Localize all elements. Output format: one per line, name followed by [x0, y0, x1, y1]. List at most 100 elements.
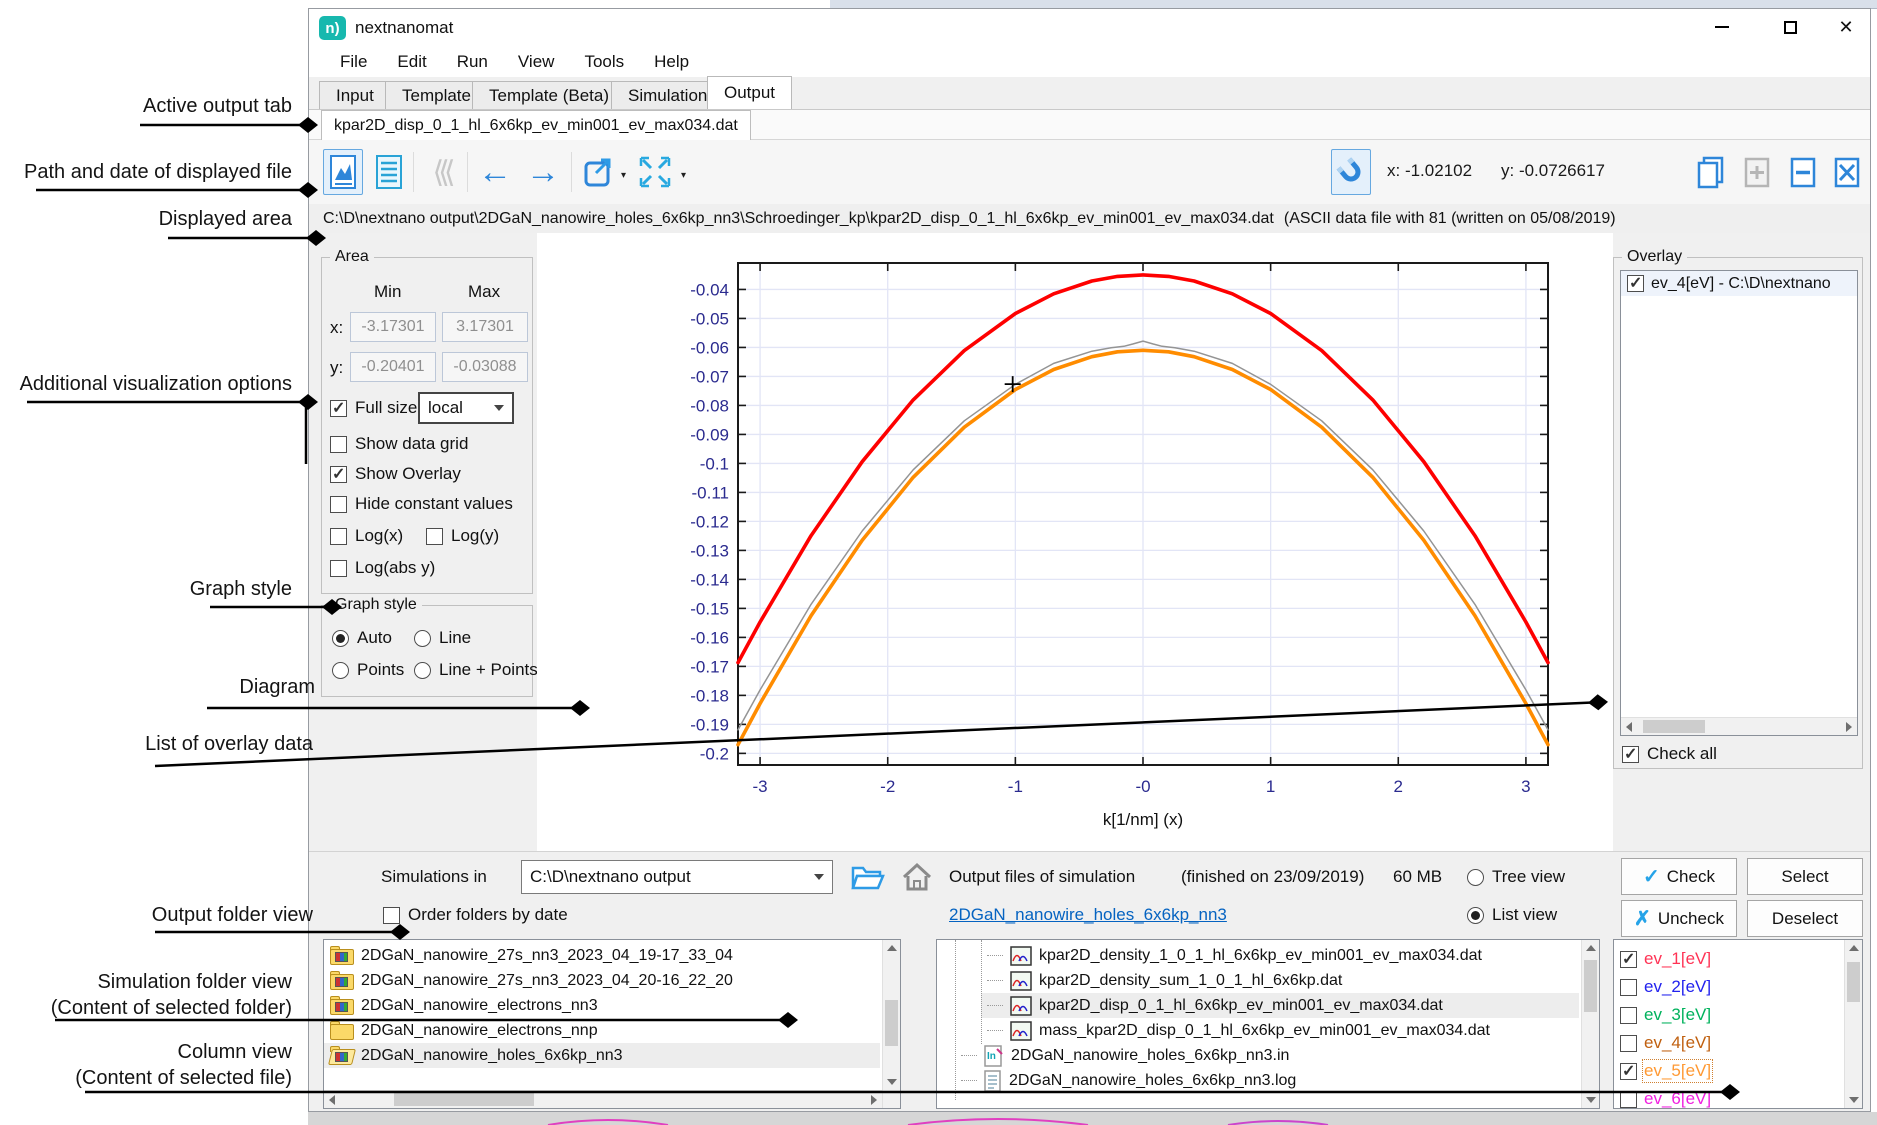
column-vscrollbar[interactable] [1844, 940, 1862, 1108]
column-item[interactable]: ev_1[eV] [1614, 945, 1842, 973]
fit-dropdown-caret[interactable]: ▾ [681, 170, 686, 181]
scroll-down-icon[interactable] [1586, 1097, 1596, 1103]
overlay-list[interactable]: ev_4[eV] - C:\D\nextnano [1620, 270, 1858, 736]
column-item[interactable]: ev_6[eV] [1614, 1085, 1842, 1109]
forward-button[interactable]: → [523, 149, 563, 195]
back-button[interactable]: ← [475, 149, 515, 195]
file-item[interactable]: In 2DGaN_nanowire_holes_6x6kp_nn3.in [955, 1043, 1579, 1068]
minimize-button[interactable] [1701, 11, 1743, 43]
column-item[interactable]: ev_4[eV] [1614, 1029, 1842, 1057]
scroll-down-icon[interactable] [887, 1079, 897, 1085]
file-item[interactable]: kpar2D_density_sum_1_0_1_hl_6x6kp.dat [981, 968, 1579, 993]
export-dropdown-caret[interactable]: ▾ [621, 170, 626, 181]
snap-to-data-button[interactable] [1331, 149, 1371, 195]
remove-view-button[interactable] [1783, 149, 1823, 195]
file-item[interactable]: 2DGaN_nanowire_holes_6x6kp_nn3.log [955, 1068, 1579, 1093]
scrollbar-thumb[interactable] [1847, 962, 1860, 1002]
simulations-path-combo[interactable]: C:\D\nextnano output [521, 860, 833, 894]
style-line-points-radio[interactable]: Line + Points [414, 660, 538, 680]
scale-combo[interactable]: local [418, 392, 514, 424]
folder-item[interactable]: 2DGaN_nanowire_electrons_nnp [324, 1018, 880, 1043]
x-min-field[interactable]: -3.17301 [350, 312, 436, 342]
column-item-focused[interactable]: ev_5[eV] [1614, 1057, 1842, 1085]
new-view-button[interactable] [1691, 149, 1731, 195]
tab-output[interactable]: Output [707, 76, 792, 109]
show-data-grid-checkbox[interactable]: Show data grid [330, 434, 468, 454]
scrollbar-thumb[interactable] [1643, 720, 1705, 733]
uncheck-button[interactable]: ✗ Uncheck [1621, 900, 1737, 937]
text-view-button[interactable] [369, 149, 409, 195]
simulation-link[interactable]: 2DGaN_nanowire_holes_6x6kp_nn3 [949, 905, 1227, 925]
menu-run[interactable]: Run [442, 49, 503, 75]
animate-button[interactable]: ⟨⟨⟨ [421, 149, 461, 195]
tab-template-beta[interactable]: Template (Beta) [472, 81, 626, 109]
scroll-right-icon[interactable] [871, 1095, 877, 1105]
file-vscrollbar[interactable] [1581, 940, 1599, 1108]
y-max-field[interactable]: -0.03088 [442, 352, 528, 382]
show-overlay-checkbox[interactable]: Show Overlay [330, 464, 461, 484]
scroll-left-icon[interactable] [1626, 722, 1632, 732]
column-list[interactable]: ev_1[eV] ev_2[eV] ev_3[eV] ev_4[eV] ev_5… [1613, 939, 1863, 1109]
folder-vscrollbar[interactable] [882, 940, 900, 1108]
deselect-button[interactable]: Deselect [1747, 900, 1863, 937]
export-button[interactable] [579, 149, 619, 195]
list-view-radio[interactable]: List view [1467, 905, 1557, 925]
file-item[interactable]: mass_kpar2D_disp_0_1_hl_6x6kp_ev_min001_… [981, 1018, 1579, 1043]
home-button[interactable] [899, 859, 935, 900]
active-output-subtab[interactable]: kpar2D_disp_0_1_hl_6x6kp_ev_min001_ev_ma… [321, 110, 751, 140]
full-size-checkbox[interactable]: Full size [330, 398, 417, 418]
log-y-checkbox[interactable]: Log(y) [426, 526, 499, 546]
diagram-panel[interactable]: -3-2-1-0123-0.04-0.05-0.06-0.07-0.08-0.0… [537, 233, 1613, 851]
select-button[interactable]: Select [1747, 858, 1863, 895]
folder-item[interactable]: 2DGaN_nanowire_electrons_nn3 [324, 993, 880, 1018]
style-line-radio[interactable]: Line [414, 628, 471, 648]
folder-item-selected[interactable]: 2DGaN_nanowire_holes_6x6kp_nn3 [324, 1043, 880, 1068]
scrollbar-thumb[interactable] [885, 1000, 898, 1046]
column-item[interactable]: ev_2[eV] [1614, 973, 1842, 1001]
log-x-checkbox[interactable]: Log(x) [330, 526, 403, 546]
folder-item[interactable]: 2DGaN_nanowire_27s_nn3_2023_04_19-17_33_… [324, 943, 880, 968]
fit-to-window-button[interactable] [635, 149, 675, 195]
y-min-field[interactable]: -0.20401 [350, 352, 436, 382]
scroll-down-icon[interactable] [1849, 1097, 1859, 1103]
menu-view[interactable]: View [503, 49, 570, 75]
file-item[interactable]: kpar2D_density_1_0_1_hl_6x6kp_ev_min001_… [981, 943, 1579, 968]
close-view-button[interactable] [1827, 149, 1867, 195]
log-abs-y-checkbox[interactable]: Log(abs y) [330, 558, 435, 578]
overlay-item[interactable]: ev_4[eV] - C:\D\nextnano [1621, 271, 1857, 296]
tree-view-radio[interactable]: Tree view [1467, 867, 1565, 887]
scroll-left-icon[interactable] [329, 1095, 335, 1105]
folder-item[interactable]: 2DGaN_nanowire_27s_nn3_2023_04_20-16_22_… [324, 968, 880, 993]
menu-edit[interactable]: Edit [382, 49, 441, 75]
column-item[interactable]: ev_3[eV] [1614, 1001, 1842, 1029]
plot-view-button[interactable] [323, 149, 363, 195]
add-view-button[interactable] [1737, 149, 1777, 195]
order-folders-checkbox[interactable]: Order folders by date [383, 905, 568, 925]
scroll-up-icon[interactable] [887, 945, 897, 951]
menu-file[interactable]: File [325, 49, 382, 75]
output-folder-list[interactable]: 2DGaN_nanowire_27s_nn3_2023_04_19-17_33_… [323, 939, 901, 1109]
overlay-hscrollbar[interactable] [1621, 717, 1857, 735]
hide-constant-checkbox[interactable]: Hide constant values [330, 494, 513, 514]
scrollbar-thumb[interactable] [394, 1093, 534, 1106]
check-button[interactable]: ✓ Check [1621, 858, 1737, 895]
scrollbar-thumb[interactable] [1584, 960, 1597, 1012]
style-points-radio[interactable]: Points [332, 660, 404, 680]
style-auto-radio[interactable]: Auto [332, 628, 392, 648]
menu-tools[interactable]: Tools [569, 49, 639, 75]
file-item-selected[interactable]: kpar2D_disp_0_1_hl_6x6kp_ev_min001_ev_ma… [981, 993, 1579, 1018]
tab-input[interactable]: Input [319, 81, 391, 109]
dispersion-chart[interactable]: -3-2-1-0123-0.04-0.05-0.06-0.07-0.08-0.0… [537, 233, 1613, 851]
scroll-right-icon[interactable] [1846, 722, 1852, 732]
menu-help[interactable]: Help [639, 49, 704, 75]
scroll-up-icon[interactable] [1586, 945, 1596, 951]
x-max-field[interactable]: 3.17301 [442, 312, 528, 342]
browse-folder-button[interactable] [849, 860, 887, 899]
simulation-file-list[interactable]: kpar2D_density_1_0_1_hl_6x6kp_ev_min001_… [936, 939, 1600, 1109]
check-all-checkbox[interactable]: Check all [1622, 744, 1717, 764]
maximize-button[interactable] [1769, 11, 1811, 43]
titlebar[interactable]: n) nextnanomat ✕ [309, 9, 1870, 47]
folder-hscrollbar[interactable] [324, 1090, 882, 1108]
scroll-up-icon[interactable] [1849, 945, 1859, 951]
close-button[interactable]: ✕ [1825, 11, 1867, 43]
